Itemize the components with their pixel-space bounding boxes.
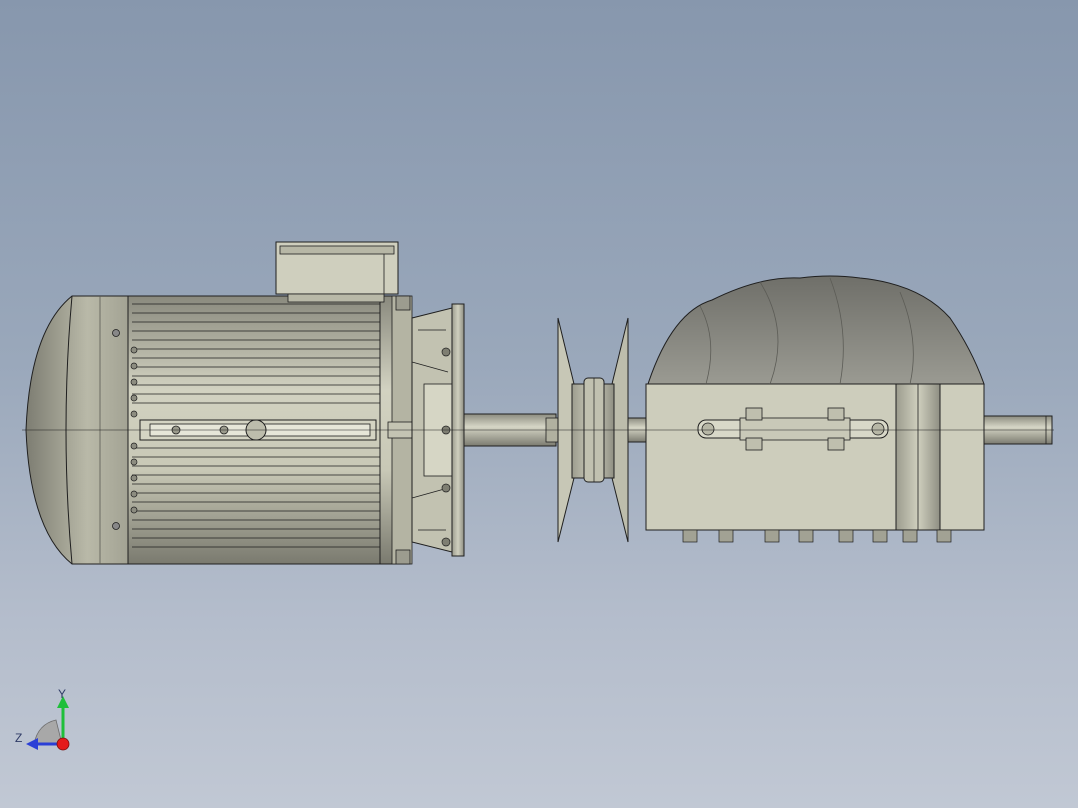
- bolt-icon: [902, 529, 918, 543]
- y-axis-label: Y: [58, 687, 67, 701]
- bolt-icon: [130, 506, 138, 514]
- bolt-icon: [718, 529, 734, 543]
- bolt-icon: [872, 529, 888, 543]
- bolt-icon: [936, 529, 952, 543]
- z-axis-label: Z: [15, 731, 23, 745]
- bolt-icon: [838, 529, 854, 543]
- model-view[interactable]: [0, 0, 1078, 808]
- bolt-icon: [130, 458, 138, 466]
- bolt-icon: [798, 529, 814, 543]
- bolt-icon: [764, 529, 780, 543]
- terminal-box-icon[interactable]: [275, 241, 399, 303]
- bolt-icon: [130, 378, 138, 386]
- bolt-icon: [130, 394, 138, 402]
- gearbox-body-icon[interactable]: [645, 383, 985, 543]
- bolt-icon: [130, 410, 138, 418]
- bolt-icon: [130, 442, 138, 450]
- bolt-icon: [130, 346, 138, 354]
- coordinate-triad: Y Z: [12, 684, 76, 754]
- bolt-icon: [130, 490, 138, 498]
- bolt-icon: [130, 474, 138, 482]
- bolt-icon: [130, 362, 138, 370]
- bolt-icon: [682, 529, 698, 543]
- graphics-viewport[interactable]: Y Z: [0, 0, 1078, 808]
- gearbox-cover-icon[interactable]: [647, 275, 985, 385]
